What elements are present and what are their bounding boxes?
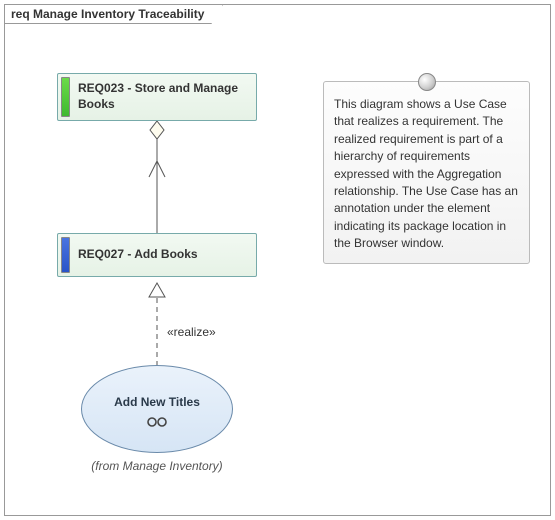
- note-text: This diagram shows a Use Case that reali…: [334, 96, 519, 253]
- requirement-label: REQ027 - Add Books: [78, 246, 250, 262]
- status-stripe: [61, 237, 70, 273]
- frame-title-text: req Manage Inventory Traceability: [11, 7, 204, 21]
- status-stripe: [61, 77, 70, 117]
- diagram-frame: req Manage Inventory Traceability REQ023…: [4, 4, 551, 516]
- frame-title: req Manage Inventory Traceability: [4, 4, 223, 24]
- usecase-group: Add New Titles (from Manage Inventory): [81, 365, 233, 473]
- link-icon: [146, 417, 168, 427]
- requirement-req027[interactable]: REQ027 - Add Books: [57, 233, 257, 277]
- realize-label: «realize»: [167, 325, 216, 339]
- requirement-req023[interactable]: REQ023 - Store and Manage Books: [57, 73, 257, 121]
- requirement-label: REQ023 - Store and Manage Books: [78, 80, 250, 112]
- usecase-label: Add New Titles: [114, 395, 200, 409]
- diagram-note[interactable]: This diagram shows a Use Case that reali…: [323, 81, 530, 264]
- package-annotation: (from Manage Inventory): [81, 459, 233, 473]
- pin-icon: [418, 73, 436, 91]
- usecase-add-new-titles[interactable]: Add New Titles: [81, 365, 233, 453]
